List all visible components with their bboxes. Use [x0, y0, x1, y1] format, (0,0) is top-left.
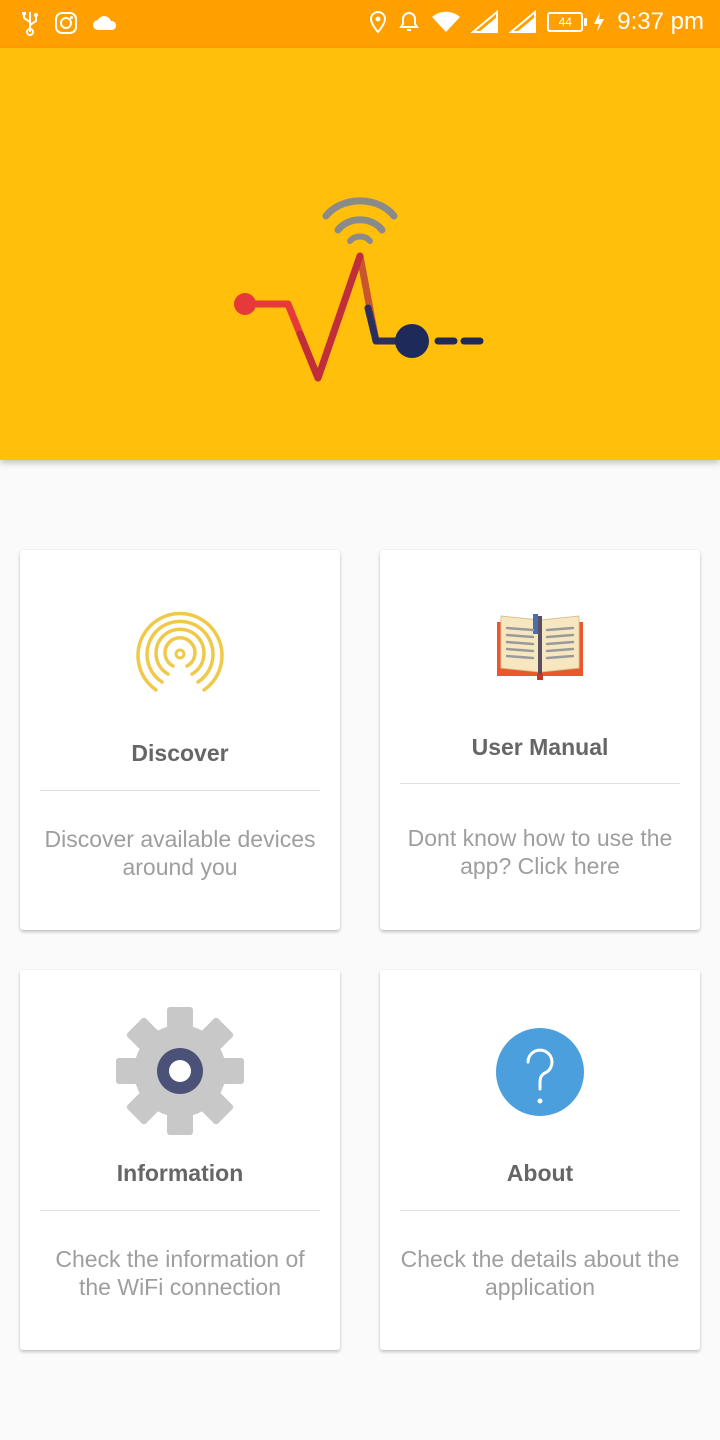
about-description: Check the details about the application — [394, 1245, 686, 1301]
wifi-pulse-logo — [234, 197, 484, 382]
alarm-icon — [399, 11, 420, 31]
instagram-icon — [55, 12, 77, 34]
about-card[interactable]: About Check the details about the applic… — [380, 970, 700, 1350]
wifi-icon — [432, 11, 461, 32]
user-manual-desc-line-1: Dont know how to use the — [407, 825, 673, 851]
status-left-icons — [20, 10, 118, 36]
about-title: About — [506, 1160, 574, 1186]
information-divider — [40, 1210, 320, 1211]
user-manual-desc-line-2: app? Click here — [460, 853, 620, 879]
signal-icon — [509, 10, 537, 33]
status-time: 9:37 pm — [617, 8, 704, 35]
user-manual-description: Dont know how to use the app? Click here — [394, 824, 686, 880]
about-desc-line-2: application — [485, 1274, 595, 1300]
discover-description: Discover available devices around you — [34, 825, 326, 881]
user-manual-card[interactable]: User Manual Dont know how to use the app… — [380, 550, 700, 930]
open-book-icon — [497, 614, 583, 680]
status-right-icons: 44 9:37 pm — [369, 8, 704, 36]
discover-title: Discover — [131, 740, 229, 766]
information-title: Information — [116, 1160, 244, 1186]
user-manual-divider — [400, 783, 680, 784]
header-banner — [0, 48, 720, 460]
battery-icon: 44 — [547, 12, 588, 32]
usb-icon — [22, 12, 38, 36]
discover-desc-line-2: around you — [122, 854, 238, 880]
discover-card[interactable]: Discover Discover available devices arou… — [20, 550, 340, 930]
discover-desc-line-1: Discover available devices — [44, 826, 316, 852]
about-divider — [400, 1210, 680, 1211]
user-manual-title: User Manual — [471, 734, 609, 760]
information-description: Check the information of the WiFi connec… — [34, 1245, 326, 1301]
about-desc-line-1: Check the details about the — [400, 1246, 680, 1272]
gear-icon — [116, 1007, 244, 1135]
radar-icon — [136, 611, 224, 692]
location-icon — [370, 10, 387, 34]
information-desc-line-1: Check the information of — [55, 1246, 305, 1272]
question-circle-icon — [496, 1028, 584, 1116]
status-bar: 44 9:37 pm — [0, 0, 720, 48]
cloud-icon — [93, 16, 117, 30]
information-card[interactable]: Information Check the information of the… — [20, 970, 340, 1350]
information-desc-line-2: the WiFi connection — [79, 1274, 281, 1300]
discover-divider — [40, 790, 320, 791]
charging-icon — [594, 12, 605, 32]
signal-icon — [471, 10, 499, 33]
